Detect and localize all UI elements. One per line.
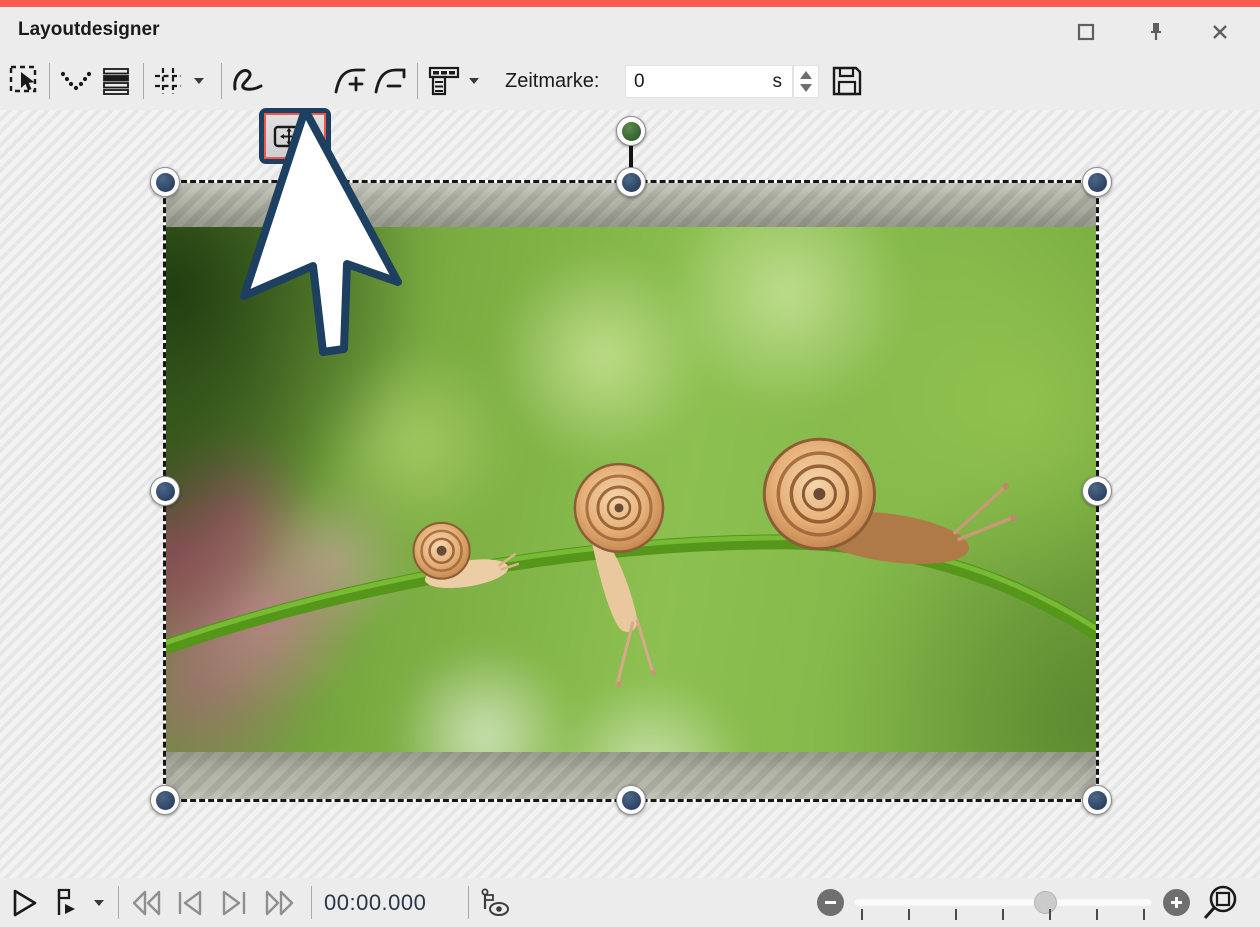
handle-top-left[interactable] (150, 167, 180, 197)
zoom-tick (861, 909, 863, 920)
handle-bottom-center[interactable] (616, 785, 646, 815)
zoom-in-button[interactable] (1163, 889, 1190, 916)
marker-visibility-button[interactable] (478, 878, 512, 927)
zoom-fit-icon (1198, 883, 1240, 923)
handle-top-center[interactable] (616, 167, 646, 197)
close-button[interactable] (1200, 15, 1240, 49)
motion-path-tool-icon (230, 65, 264, 97)
zoom-tick (908, 909, 910, 920)
marker-eye-icon (478, 887, 512, 919)
titlebar: Layoutdesigner (0, 7, 1260, 52)
add-camera-point-icon (332, 64, 368, 98)
layoutdesigner-window: { "window": { "title": "Layoutdesigner",… (0, 0, 1260, 927)
handle-mid-right[interactable] (1082, 476, 1112, 506)
toolbar: Zeitmarke: s (0, 52, 1260, 110)
layout-canvas[interactable] (0, 110, 1260, 878)
layer-order-tool-icon (100, 65, 132, 97)
transport-separator (311, 886, 312, 919)
play-options-dropdown[interactable] (94, 878, 104, 927)
toolbar-separator (49, 63, 50, 99)
zeitmarke-input[interactable] (626, 71, 746, 93)
pin-button[interactable] (1136, 15, 1176, 49)
select-tool-button[interactable] (8, 52, 42, 110)
smooth-path-tool-button[interactable] (58, 52, 94, 110)
toolbar-separator (221, 63, 222, 99)
spin-down-icon[interactable] (800, 84, 812, 92)
zeitmarke-spinner[interactable] (793, 65, 819, 98)
zoom-slider-thumb[interactable] (1034, 891, 1057, 914)
window-title: Layoutdesigner (18, 19, 159, 41)
grid-tool-button[interactable] (152, 52, 184, 110)
zeitmarke-unit: s (773, 71, 783, 93)
zeitmarke-label: Zeitmarke: (505, 52, 599, 110)
layer-order-tool-button[interactable] (100, 52, 132, 110)
toolbar-separator (143, 63, 144, 99)
handle-bottom-right[interactable] (1082, 785, 1112, 815)
handle-top-right[interactable] (1082, 167, 1112, 197)
maximize-button[interactable] (1066, 15, 1106, 49)
chevron-down-icon (94, 900, 104, 906)
rotate-handle[interactable] (616, 116, 646, 146)
zoom-tick (955, 909, 957, 920)
minus-icon (823, 895, 838, 910)
rewind-button[interactable] (130, 878, 164, 927)
transport-separator (468, 886, 469, 919)
add-camera-point-button[interactable] (332, 52, 368, 110)
toolbar-separator (417, 63, 418, 99)
play-from-marker-button[interactable] (52, 878, 82, 927)
pin-icon (1146, 21, 1166, 43)
remove-camera-point-button[interactable] (372, 52, 408, 110)
save-button[interactable] (830, 52, 864, 110)
zoom-tick (1096, 909, 1098, 920)
play-from-marker-icon (52, 887, 82, 919)
spin-up-icon[interactable] (800, 71, 812, 79)
fast-forward-icon (262, 888, 296, 918)
keyframe-table-icon (427, 64, 461, 98)
keyframe-table-button[interactable] (427, 52, 461, 110)
select-tool-icon (8, 64, 42, 98)
zoom-tick (1049, 909, 1051, 920)
zoom-tick (1143, 909, 1145, 920)
handle-bottom-left[interactable] (150, 785, 180, 815)
zoom-slider-track[interactable] (853, 898, 1153, 907)
previous-button[interactable] (174, 878, 206, 927)
smooth-path-tool-icon (58, 65, 94, 97)
tutorial-cursor-arrow (230, 110, 410, 367)
next-button[interactable] (218, 878, 250, 927)
time-display: 00:00.000 (324, 878, 426, 927)
transport-bar: 00:00.000 (0, 878, 1260, 927)
zoom-fit-button[interactable] (1198, 878, 1240, 927)
close-icon (1211, 23, 1229, 41)
grid-tool-icon (152, 65, 184, 97)
keyframe-table-dropdown[interactable] (469, 52, 479, 110)
floppy-disk-icon (830, 64, 864, 98)
maximize-icon (1077, 23, 1095, 41)
chevron-down-icon (194, 78, 204, 84)
handle-mid-left[interactable] (150, 476, 180, 506)
fast-forward-button[interactable] (262, 878, 296, 927)
play-icon (8, 887, 40, 919)
next-icon (218, 888, 250, 918)
rewind-icon (130, 888, 164, 918)
motion-path-tool-button[interactable] (230, 52, 264, 110)
window-accent-bar (0, 0, 1260, 7)
remove-camera-point-icon (372, 64, 408, 98)
grid-tool-dropdown[interactable] (194, 52, 204, 110)
chevron-down-icon (469, 78, 479, 84)
plus-icon (1169, 895, 1184, 910)
transport-separator (118, 886, 119, 919)
play-button[interactable] (8, 878, 40, 927)
zoom-tick (1002, 909, 1004, 920)
previous-icon (174, 888, 206, 918)
zoom-out-button[interactable] (817, 889, 844, 916)
zeitmarke-field: s (625, 65, 793, 98)
